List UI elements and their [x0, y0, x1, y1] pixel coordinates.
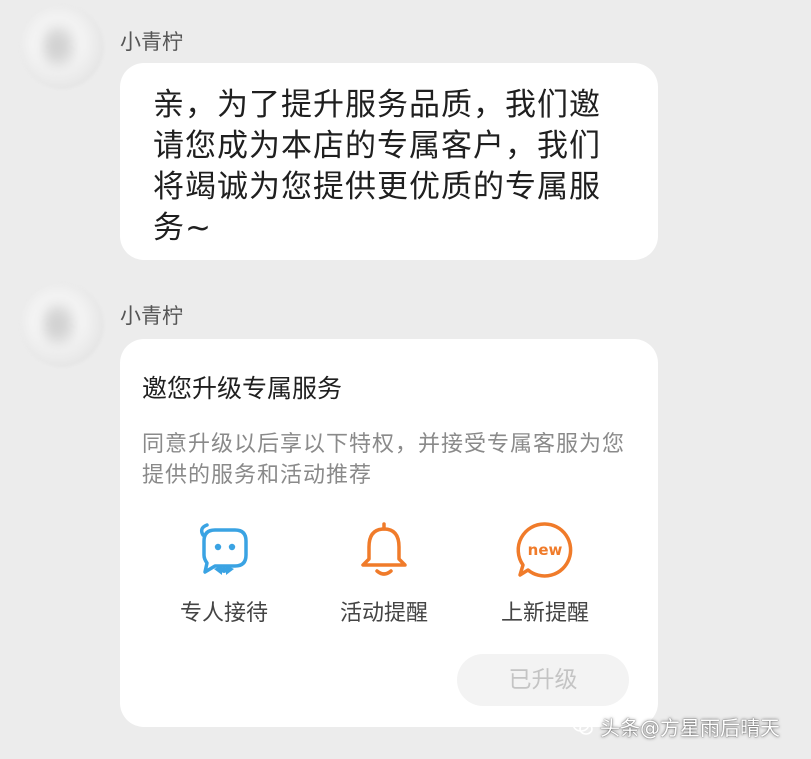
message-text: 亲，为了提升服务品质，我们邀请您成为本店的专属客户，我们将竭诚为您提供更优质的专…: [153, 87, 601, 246]
upgraded-button[interactable]: 已升级: [457, 654, 629, 706]
sender-avatar[interactable]: [20, 283, 104, 367]
svg-text:new: new: [528, 541, 563, 559]
new-badge-icon: new: [516, 522, 573, 578]
perk-activity-reminder: 活动提醒: [309, 519, 459, 627]
sender-avatar[interactable]: [20, 5, 104, 89]
upgrade-service-card[interactable]: 邀您升级专属服务 同意升级以后享以下特权，并接受专属客服为您提供的服务和活动推荐…: [120, 339, 658, 727]
watermark: 头条@方星雨后晴天: [572, 712, 780, 741]
customer-service-icon: [199, 523, 248, 575]
perk-new-arrival-reminder: new 上新提醒: [470, 519, 620, 627]
watermark-text: 头条@方星雨后晴天: [600, 716, 780, 740]
perk-label: 上新提醒: [500, 601, 589, 626]
card-description: 同意升级以后享以下特权，并接受专属客服为您提供的服务和活动推荐: [142, 432, 626, 488]
card-title: 邀您升级专属服务: [142, 374, 343, 403]
bell-icon: [361, 522, 407, 576]
sender-name: 小青柠: [120, 30, 183, 54]
perk-label: 活动提醒: [339, 601, 428, 626]
perk-label: 专人接待: [179, 601, 268, 626]
wechat-icon: [572, 717, 593, 735]
message-bubble[interactable]: 亲，为了提升服务品质，我们邀请您成为本店的专属客户，我们将竭诚为您提供更优质的专…: [120, 63, 658, 260]
sender-name: 小青柠: [120, 304, 183, 328]
perk-dedicated-reception: 专人接待: [149, 519, 299, 627]
